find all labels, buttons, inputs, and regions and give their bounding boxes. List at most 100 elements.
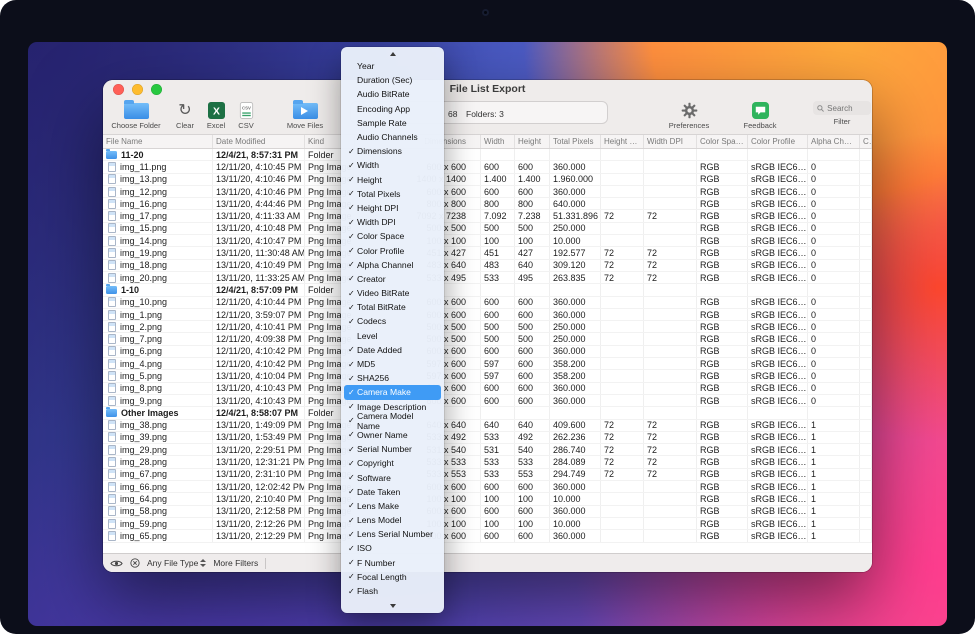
- column-header[interactable]: Total Pixels: [550, 135, 601, 148]
- file-row[interactable]: img_14.png13/11/20, 4:10:47 PMPng Image1…: [103, 235, 872, 247]
- file-row[interactable]: img_2.png12/11/20, 4:10:41 PMPng Image50…: [103, 321, 872, 333]
- menu-item-lens-serial-number[interactable]: ✓Lens Serial Number: [344, 527, 441, 541]
- feedback-button[interactable]: Feedback: [734, 101, 786, 130]
- column-header[interactable]: Creator: [860, 135, 872, 148]
- menu-item-height-dpi[interactable]: ✓Height DPI: [344, 201, 441, 215]
- file-row[interactable]: img_66.png13/11/20, 12:02:42 PMPng Image…: [103, 481, 872, 493]
- column-header[interactable]: Color Profile: [748, 135, 808, 148]
- file-row[interactable]: img_64.png13/11/20, 2:10:40 PMPng Image1…: [103, 493, 872, 505]
- menu-item-color-space[interactable]: ✓Color Space: [344, 229, 441, 243]
- column-header[interactable]: Height DPI: [601, 135, 644, 148]
- menu-item-encoding-app[interactable]: Encoding App: [344, 102, 441, 116]
- file-row[interactable]: img_7.png12/11/20, 4:09:38 PMPng Image50…: [103, 333, 872, 345]
- file-row[interactable]: img_29.png13/11/20, 2:29:51 PMPng Image5…: [103, 444, 872, 456]
- file-row[interactable]: img_6.png12/11/20, 4:10:42 PMPng Image60…: [103, 346, 872, 358]
- menu-item-audio-bitrate[interactable]: Audio BitRate: [344, 87, 441, 101]
- menu-item-md5[interactable]: ✓MD5: [344, 357, 441, 371]
- column-header[interactable]: Color Space: [697, 135, 748, 148]
- column-header[interactable]: Width: [481, 135, 515, 148]
- file-row[interactable]: img_12.png13/11/20, 4:10:46 PMPng Image6…: [103, 186, 872, 198]
- menu-item-color-profile[interactable]: ✓Color Profile: [344, 243, 441, 257]
- menu-item-flash[interactable]: ✓Flash: [344, 584, 441, 598]
- menu-item-f-number[interactable]: ✓F Number: [344, 556, 441, 570]
- menu-item-total-pixels[interactable]: ✓Total Pixels: [344, 187, 441, 201]
- minimize-button[interactable]: [132, 84, 143, 95]
- column-header[interactable]: Width DPI: [644, 135, 697, 148]
- file-row[interactable]: img_18.png13/11/20, 4:10:49 PMPng Image4…: [103, 260, 872, 272]
- menu-scroll-down[interactable]: [341, 601, 444, 611]
- menu-item-audio-channels[interactable]: Audio Channels: [344, 130, 441, 144]
- menu-item-height[interactable]: ✓Height: [344, 173, 441, 187]
- file-row[interactable]: img_9.png13/11/20, 4:10:43 PMPng Image60…: [103, 395, 872, 407]
- cell: RGB: [697, 420, 748, 431]
- menu-item-focal-length[interactable]: ✓Focal Length: [344, 570, 441, 584]
- menu-item-sha256[interactable]: ✓SHA256: [344, 371, 441, 385]
- search-input[interactable]: [827, 104, 867, 113]
- more-filters-button[interactable]: More Filters: [213, 558, 258, 568]
- search-field[interactable]: [813, 101, 871, 115]
- column-header[interactable]: File Name: [103, 135, 213, 148]
- eye-icon[interactable]: [110, 559, 123, 568]
- menu-item-sample-rate[interactable]: Sample Rate: [344, 116, 441, 130]
- menu-item-dimensions[interactable]: ✓Dimensions: [344, 144, 441, 158]
- file-row[interactable]: img_4.png12/11/20, 4:10:42 PMPng Image59…: [103, 358, 872, 370]
- file-row[interactable]: img_65.png13/11/20, 2:12:29 PMPng Image6…: [103, 530, 872, 542]
- preferences-button[interactable]: Preferences: [661, 101, 717, 130]
- file-type-dropdown[interactable]: Any File Type: [147, 558, 206, 568]
- file-row[interactable]: img_58.png13/11/20, 2:12:58 PMPng Image6…: [103, 506, 872, 518]
- file-row[interactable]: img_13.png13/11/20, 4:10:46 PMPng Image1…: [103, 174, 872, 186]
- file-row[interactable]: img_16.png13/11/20, 4:44:46 PMPng Image8…: [103, 198, 872, 210]
- file-row[interactable]: img_5.png13/11/20, 4:10:04 PMPng Image59…: [103, 370, 872, 382]
- menu-item-width-dpi[interactable]: ✓Width DPI: [344, 215, 441, 229]
- folder-row[interactable]: Other Images12/4/21, 8:58:07 PMFolder: [103, 407, 872, 419]
- column-header[interactable]: Height: [515, 135, 550, 148]
- file-row[interactable]: img_28.png13/11/20, 12:31:21 PMPng Image…: [103, 456, 872, 468]
- menu-item-date-added[interactable]: ✓Date Added: [344, 343, 441, 357]
- menu-item-video-bitrate[interactable]: ✓Video BitRate: [344, 286, 441, 300]
- menu-item-codecs[interactable]: ✓Codecs: [344, 314, 441, 328]
- menu-item-creator[interactable]: ✓Creator: [344, 272, 441, 286]
- csv-export-button[interactable]: CSV CSV: [231, 101, 261, 130]
- file-row[interactable]: img_19.png13/11/20, 11:30:48 AMPng Image…: [103, 247, 872, 259]
- file-row[interactable]: img_59.png13/11/20, 2:12:26 PMPng Image1…: [103, 518, 872, 530]
- menu-item-lens-model[interactable]: ✓Lens Model: [344, 513, 441, 527]
- menu-item-date-taken[interactable]: ✓Date Taken: [344, 485, 441, 499]
- file-row[interactable]: img_39.png13/11/20, 1:53:49 PMPng Image5…: [103, 432, 872, 444]
- menu-item-camera-make[interactable]: ✓Camera Make: [344, 385, 441, 399]
- folder-row[interactable]: 11-2012/4/21, 8:57:31 PMFolder: [103, 149, 872, 161]
- clear-filter-icon[interactable]: [130, 558, 140, 568]
- cell: 13/11/20, 4:10:46 PM: [213, 186, 305, 197]
- menu-scroll-up[interactable]: [341, 49, 444, 59]
- close-button[interactable]: [113, 84, 124, 95]
- menu-item-level[interactable]: Level: [344, 329, 441, 343]
- column-header[interactable]: Date Modified: [213, 135, 305, 148]
- file-row[interactable]: img_17.png13/11/20, 4:11:33 AMPng Image7…: [103, 210, 872, 222]
- clear-button[interactable]: ↻ Clear: [169, 101, 201, 130]
- menu-item-camera-model-name[interactable]: ✓Camera Model Name: [344, 414, 441, 428]
- file-row[interactable]: img_11.png12/11/20, 4:10:45 PMPng Image6…: [103, 161, 872, 173]
- menu-item-software[interactable]: ✓Software: [344, 470, 441, 484]
- column-header[interactable]: Alpha Channel: [808, 135, 860, 148]
- menu-item-serial-number[interactable]: ✓Serial Number: [344, 442, 441, 456]
- menu-item-year[interactable]: Year: [344, 59, 441, 73]
- menu-item-alpha-channel[interactable]: ✓Alpha Channel: [344, 258, 441, 272]
- titlebar[interactable]: File List Export: [103, 80, 872, 99]
- menu-item-width[interactable]: ✓Width: [344, 158, 441, 172]
- file-row[interactable]: img_1.png12/11/20, 3:59:07 PMPng Image60…: [103, 309, 872, 321]
- choose-folder-button[interactable]: Choose Folder: [109, 101, 163, 130]
- file-row[interactable]: img_8.png13/11/20, 4:10:43 PMPng Image60…: [103, 383, 872, 395]
- move-files-button[interactable]: Move Files: [279, 101, 331, 130]
- menu-item-copyright[interactable]: ✓Copyright: [344, 456, 441, 470]
- menu-item-total-bitrate[interactable]: ✓Total BitRate: [344, 300, 441, 314]
- menu-item-duration-sec-[interactable]: Duration (Sec): [344, 73, 441, 87]
- file-row[interactable]: img_15.png13/11/20, 4:10:48 PMPng Image5…: [103, 223, 872, 235]
- zoom-button[interactable]: [151, 84, 162, 95]
- excel-export-button[interactable]: X Excel: [201, 101, 231, 130]
- file-row[interactable]: img_10.png12/11/20, 4:10:44 PMPng Image6…: [103, 297, 872, 309]
- menu-item-iso[interactable]: ✓ISO: [344, 541, 441, 555]
- file-row[interactable]: img_67.png13/11/20, 2:31:10 PMPng Image5…: [103, 469, 872, 481]
- folder-row[interactable]: 1-1012/4/21, 8:57:09 PMFolder: [103, 284, 872, 296]
- file-row[interactable]: img_38.png13/11/20, 1:49:09 PMPng Image6…: [103, 420, 872, 432]
- menu-item-lens-make[interactable]: ✓Lens Make: [344, 499, 441, 513]
- file-row[interactable]: img_20.png13/11/20, 11:33:25 AMPng Image…: [103, 272, 872, 284]
